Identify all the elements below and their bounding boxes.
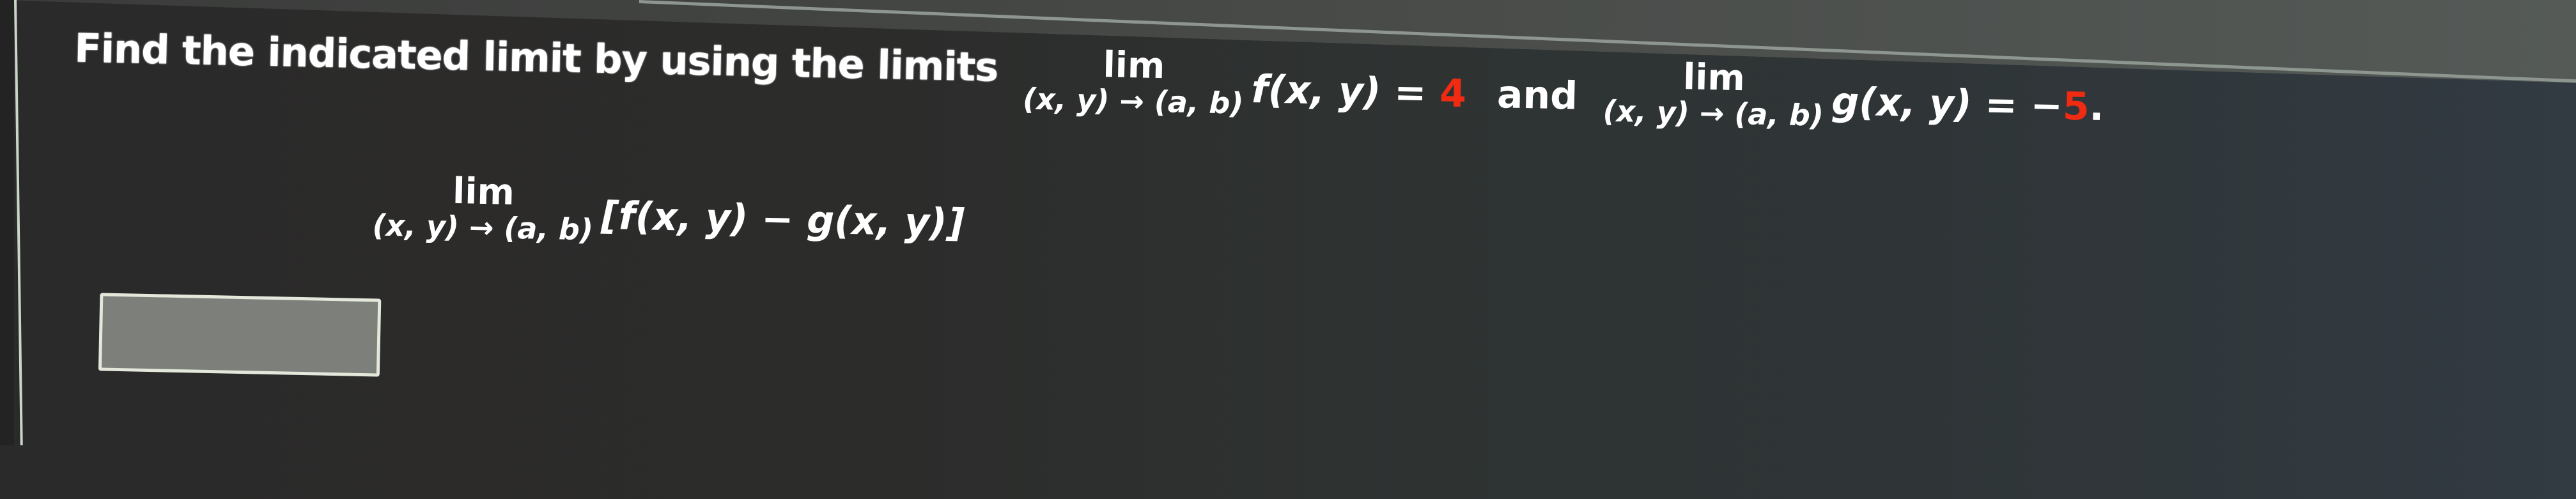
lim-point: (a, b) <box>1734 96 1824 133</box>
lim-variable: (x, y) <box>372 208 460 245</box>
given-f-expression: f(x, y) = 4 <box>1251 67 1467 116</box>
lim-subscript: (x, y) → (a, b) <box>1602 93 1824 133</box>
lim-point: (a, b) <box>503 210 594 247</box>
difference-expression: [f(x, y) − g(x, y)] <box>600 193 965 246</box>
g-limit-value: 5 <box>2062 84 2090 130</box>
g-function: g(x, y) = − <box>1831 79 2063 129</box>
f-function: f(x, y) = <box>1251 67 1441 116</box>
arrow-icon: → <box>1699 95 1725 131</box>
question-panel: Find the indicated limit by using the li… <box>0 0 2575 499</box>
lim-operator: lim <box>1682 56 1746 100</box>
given-g-expression: g(x, y) = −5. <box>1831 79 2105 130</box>
connector-and: and <box>1496 72 1578 119</box>
given-limit-g: lim (x, y) → (a, b) <box>1602 56 1825 133</box>
target-limit: lim (x, y) → (a, b) [f(x, y) − g(x, y)] <box>372 171 965 253</box>
arrow-icon: → <box>1119 83 1145 119</box>
lim-operator: lim <box>452 170 515 213</box>
lim-subscript: (x, y) → (a, b) <box>1022 81 1244 121</box>
target-expression: [f(x, y) − g(x, y)] <box>601 194 965 246</box>
question-statement: Find the indicated limit by using the li… <box>74 24 2105 137</box>
lim-variable: (x, y) <box>1022 81 1110 118</box>
lim-point: (a, b) <box>1154 84 1244 121</box>
target-limit-operator: lim (x, y) → (a, b) <box>372 170 594 247</box>
lim-subscript: (x, y) → (a, b) <box>372 208 594 247</box>
sentence-period: . <box>2088 84 2105 130</box>
given-limit-f: lim (x, y) → (a, b) <box>1022 44 1245 121</box>
lim-operator: lim <box>1102 44 1165 88</box>
lim-variable: (x, y) <box>1602 93 1690 130</box>
arrow-icon: → <box>469 210 495 245</box>
f-limit-value: 4 <box>1439 71 1467 117</box>
question-prompt: Find the indicated limit by using the li… <box>74 24 998 91</box>
answer-input[interactable] <box>98 293 382 377</box>
